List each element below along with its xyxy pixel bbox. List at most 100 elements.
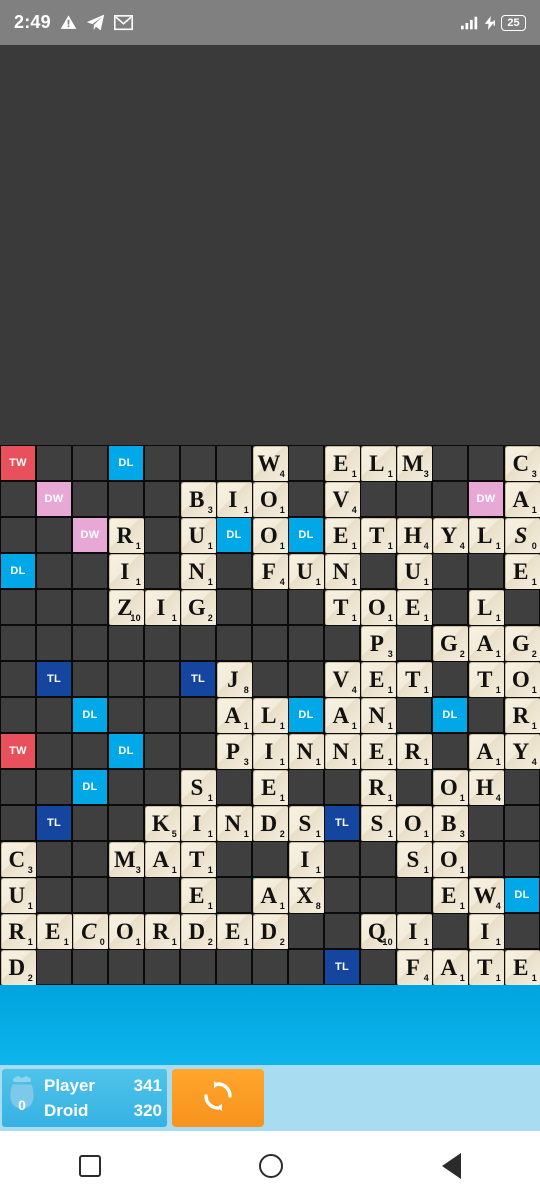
board-cell[interactable] <box>0 805 36 841</box>
board-cell-tl[interactable]: V4 <box>324 661 361 698</box>
letter-tile[interactable]: E1 <box>181 878 217 914</box>
board-cell[interactable]: I1 <box>144 589 181 626</box>
board-cell[interactable]: U1 <box>396 553 433 590</box>
letter-tile[interactable]: P3 <box>217 734 253 770</box>
letter-tile[interactable]: Y4 <box>505 734 540 770</box>
board-cell[interactable] <box>108 625 144 661</box>
board-cell[interactable]: E1 <box>324 517 361 554</box>
letter-tile[interactable]: Y4 <box>433 518 469 554</box>
board-cell[interactable] <box>72 805 108 841</box>
board-cell[interactable]: C3 <box>0 841 37 878</box>
board-cell[interactable] <box>72 733 108 769</box>
letter-tile[interactable]: T1 <box>181 842 217 878</box>
board-cell[interactable]: B3 <box>432 805 469 842</box>
board-cell[interactable] <box>144 517 180 553</box>
board-cell[interactable] <box>504 841 540 877</box>
board-cell[interactable] <box>144 949 180 985</box>
board-cell-dl[interactable]: DL <box>108 445 144 481</box>
board-cell[interactable]: L1 <box>360 445 397 482</box>
board-cell[interactable]: I1 <box>468 913 505 950</box>
board-cell[interactable]: P3 <box>360 625 397 662</box>
board-cell[interactable] <box>36 949 72 985</box>
letter-tile[interactable]: A1 <box>469 734 505 770</box>
board-cell[interactable] <box>360 553 396 589</box>
board-cell[interactable] <box>324 769 360 805</box>
board-cell[interactable]: E1 <box>360 661 397 698</box>
board-cell-dw[interactable]: C0 <box>72 913 109 950</box>
board-cell[interactable] <box>144 769 180 805</box>
board-cell[interactable]: D2 <box>0 949 37 986</box>
letter-tile[interactable]: V4 <box>325 482 361 518</box>
board-cell[interactable]: S1 <box>396 841 433 878</box>
board-cell[interactable]: W4 <box>468 877 505 914</box>
board-cell[interactable] <box>144 445 180 481</box>
board-cell[interactable] <box>396 697 432 733</box>
board-cell[interactable] <box>0 661 36 697</box>
board-cell[interactable] <box>108 949 144 985</box>
board-cell[interactable]: J8 <box>216 661 253 698</box>
board-cell[interactable]: N1 <box>324 553 361 590</box>
board-cell[interactable]: V4 <box>324 481 361 518</box>
board-cell[interactable] <box>360 949 396 985</box>
board-cell-dl[interactable]: DL <box>216 517 252 553</box>
board-cell[interactable] <box>504 589 540 625</box>
letter-tile[interactable]: U1 <box>289 554 325 590</box>
board-cell[interactable] <box>216 841 252 877</box>
board-cell[interactable]: D2 <box>252 805 289 842</box>
board-cell[interactable]: U1 <box>0 877 37 914</box>
board-cell[interactable]: A1 <box>324 697 361 734</box>
board-cell[interactable] <box>216 625 252 661</box>
board-cell-tw[interactable]: TW <box>0 733 36 769</box>
board-cell[interactable] <box>504 913 540 949</box>
board-cell[interactable] <box>72 661 108 697</box>
board-cell[interactable] <box>0 769 36 805</box>
board-cell[interactable] <box>36 733 72 769</box>
board-cell[interactable] <box>324 841 360 877</box>
letter-tile[interactable]: I1 <box>397 914 433 950</box>
letter-tile[interactable]: H4 <box>397 518 433 554</box>
letter-tile[interactable]: N1 <box>361 698 397 734</box>
board-cell[interactable]: Z 10 <box>108 589 145 626</box>
letter-tile[interactable]: T1 <box>469 950 505 986</box>
letter-tile[interactable]: E1 <box>37 914 73 950</box>
letter-tile[interactable]: M3 <box>109 842 145 878</box>
board-cell[interactable]: O1 <box>360 589 397 626</box>
board-cell[interactable] <box>504 769 540 805</box>
letter-tile[interactable]: O1 <box>109 914 145 950</box>
board-cell[interactable]: R1 <box>0 913 37 950</box>
board-cell[interactable] <box>72 589 108 625</box>
board-cell[interactable] <box>144 625 180 661</box>
board-cell[interactable]: E1 <box>504 949 540 986</box>
board-cell[interactable]: H4 <box>468 769 505 806</box>
board-cell[interactable] <box>180 697 216 733</box>
letter-tile[interactable]: E1 <box>361 734 397 770</box>
board-cell[interactable]: N1 <box>360 697 397 734</box>
shuffle-swap-button[interactable] <box>172 1069 264 1127</box>
board-cell[interactable] <box>468 841 504 877</box>
letter-tile[interactable]: R1 <box>1 914 37 950</box>
board-cell[interactable]: L1 <box>468 517 505 554</box>
board-cell[interactable]: E1 <box>180 877 217 914</box>
board-cell[interactable] <box>0 697 36 733</box>
board-cell[interactable]: M3 <box>108 841 145 878</box>
letter-tile[interactable]: N1 <box>181 554 217 590</box>
letter-tile[interactable]: E1 <box>505 554 540 590</box>
board-cell[interactable] <box>216 949 252 985</box>
board-cell[interactable] <box>144 697 180 733</box>
board-cell[interactable]: Y4 <box>432 517 469 554</box>
board-cell[interactable] <box>72 841 108 877</box>
board-cell-tl[interactable]: TL <box>36 661 72 697</box>
letter-tile[interactable]: U1 <box>1 878 37 914</box>
letter-tile[interactable]: L1 <box>253 698 289 734</box>
letter-tile[interactable]: T1 <box>361 518 397 554</box>
board-cell[interactable]: I1 <box>396 913 433 950</box>
board-cell[interactable]: S0 <box>504 517 540 554</box>
board-cell-tl[interactable]: TL <box>324 805 360 841</box>
letter-tile[interactable]: R1 <box>145 914 181 950</box>
board-cell[interactable] <box>72 877 108 913</box>
board-cell[interactable]: A1 <box>432 949 469 986</box>
board-cell-tl[interactable]: TL <box>180 661 216 697</box>
board-cell[interactable] <box>0 517 36 553</box>
letter-tile[interactable]: U1 <box>181 518 217 554</box>
board-cell[interactable] <box>288 481 324 517</box>
